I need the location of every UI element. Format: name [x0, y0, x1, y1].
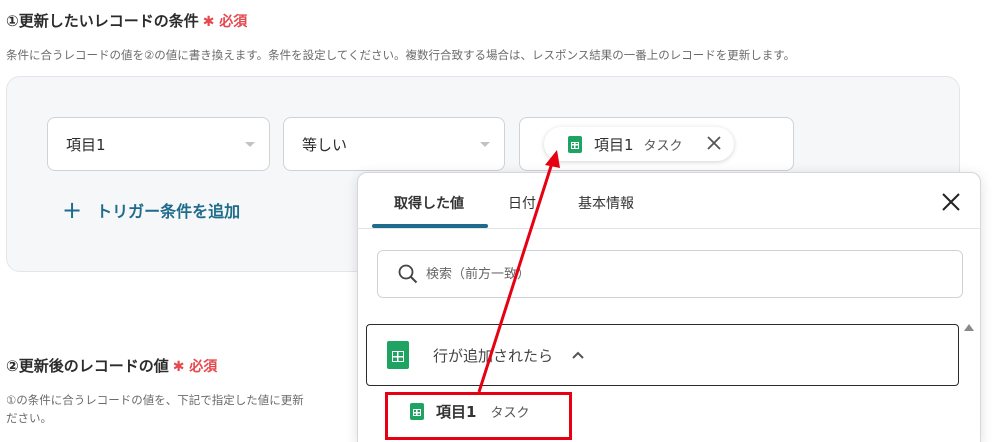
- section1-title: ①更新したいレコードの条件 ✱ 必須: [6, 12, 248, 30]
- plus-icon: +: [62, 196, 83, 224]
- chevron-down-icon: [480, 142, 490, 147]
- search-icon: [398, 264, 418, 284]
- group-label: 行が追加されたら: [433, 346, 554, 365]
- search-field[interactable]: [377, 250, 963, 298]
- section1-description: 条件に合うレコードの値を②の値に書き換えます。条件を設定してください。複数行合致…: [6, 48, 796, 62]
- section2-description-line1: ①の条件に合うレコードの値を、下記で指定した値に更新: [6, 393, 304, 407]
- field-select[interactable]: 項目1: [47, 117, 270, 171]
- chip-sub: タスク: [643, 138, 683, 154]
- tab-basic-info[interactable]: 基本情報: [578, 193, 634, 213]
- scroll-up-arrow[interactable]: [964, 324, 974, 331]
- trigger-group-header[interactable]: 行が追加されたら: [366, 324, 959, 386]
- add-trigger-label: トリガー条件を追加: [96, 202, 241, 221]
- google-sheets-icon: [568, 135, 582, 153]
- tab-bar: 取得した値 日付 基本情報: [358, 173, 980, 229]
- required-badge: ✱ 必須: [172, 359, 218, 375]
- tab-acquired-values[interactable]: 取得した値: [394, 193, 464, 213]
- chip-label: 項目1: [594, 135, 634, 154]
- add-trigger-button[interactable]: + トリガー条件を追加: [62, 198, 240, 222]
- required-badge: ✱ 必須: [202, 14, 248, 30]
- tab-date[interactable]: 日付: [508, 193, 536, 213]
- operator-select-value: 等しい: [302, 135, 348, 154]
- operator-select[interactable]: 等しい: [283, 117, 505, 171]
- close-icon[interactable]: [706, 135, 722, 151]
- section2-title: ②更新後のレコードの値 ✱ 必須: [6, 357, 218, 375]
- chevron-up-icon: [572, 351, 584, 359]
- field-select-value: 項目1: [66, 135, 106, 154]
- active-tab-indicator: [372, 224, 488, 228]
- section2-description-line2: ださい。: [6, 411, 52, 425]
- chevron-down-icon: [245, 142, 255, 147]
- google-sheets-icon: [387, 341, 409, 369]
- close-icon[interactable]: [940, 191, 962, 213]
- search-input[interactable]: [426, 266, 926, 282]
- value-chip[interactable]: 項目1 タスク: [544, 127, 734, 161]
- highlight-box: [385, 392, 572, 440]
